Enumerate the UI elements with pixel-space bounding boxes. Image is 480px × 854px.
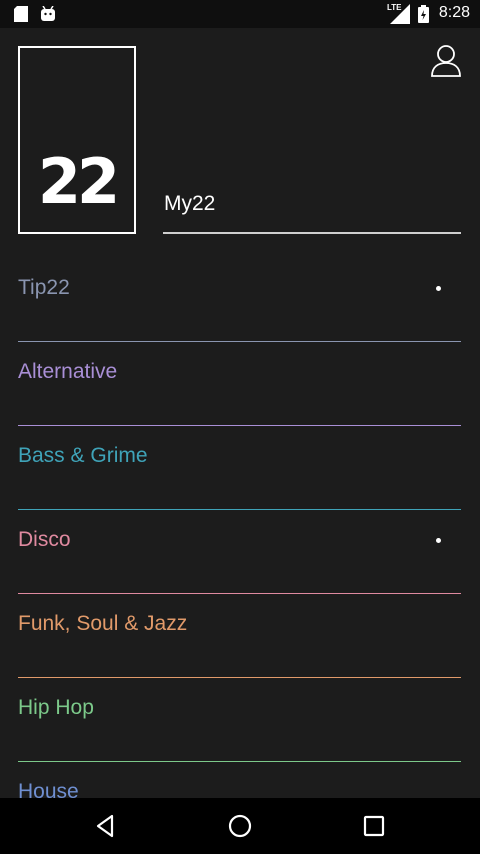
genre-item-tip22[interactable]: Tip22 — [18, 260, 461, 342]
recents-square-icon — [363, 815, 385, 837]
home-button[interactable] — [224, 810, 256, 842]
genre-label: Hip Hop — [18, 696, 94, 719]
genre-label: Alternative — [18, 360, 118, 383]
unread-dot-indicator — [436, 286, 441, 291]
back-button[interactable] — [90, 810, 122, 842]
my22-label: My22 — [164, 192, 216, 215]
network-type-label: LTE — [387, 3, 402, 12]
unread-dot-indicator — [436, 538, 441, 543]
status-bar: LTE 8:28 — [0, 0, 480, 28]
logo-text: 22 — [37, 145, 120, 218]
system-nav-bar — [0, 798, 480, 854]
genre-item-hip-hop[interactable]: Hip Hop — [18, 680, 461, 762]
sd-card-icon — [14, 6, 28, 27]
app-logo: 22 — [18, 46, 136, 234]
battery-icon — [418, 5, 429, 28]
recents-button[interactable] — [358, 810, 390, 842]
genre-item-alternative[interactable]: Alternative — [18, 344, 461, 426]
home-circle-icon — [228, 814, 252, 838]
back-triangle-icon — [96, 814, 114, 838]
status-time: 8:28 — [438, 4, 470, 21]
android-icon — [40, 5, 56, 27]
genre-list: Tip22 Alternative Bass & Grime Disco Fun… — [18, 260, 461, 848]
my22-item[interactable]: My22 — [163, 190, 461, 234]
person-icon — [431, 45, 461, 77]
genre-item-bass-grime[interactable]: Bass & Grime — [18, 428, 461, 510]
profile-button[interactable] — [430, 44, 462, 78]
genre-label: Bass & Grime — [18, 444, 148, 467]
genre-item-funk-soul-jazz[interactable]: Funk, Soul & Jazz — [18, 596, 461, 678]
genre-label: Disco — [18, 528, 71, 551]
app-screen: LTE 8:28 22 My22 Tip22 Alternative Bass … — [0, 0, 480, 854]
genre-item-disco[interactable]: Disco — [18, 512, 461, 594]
genre-label: Tip22 — [18, 276, 70, 299]
genre-label: Funk, Soul & Jazz — [18, 612, 188, 635]
